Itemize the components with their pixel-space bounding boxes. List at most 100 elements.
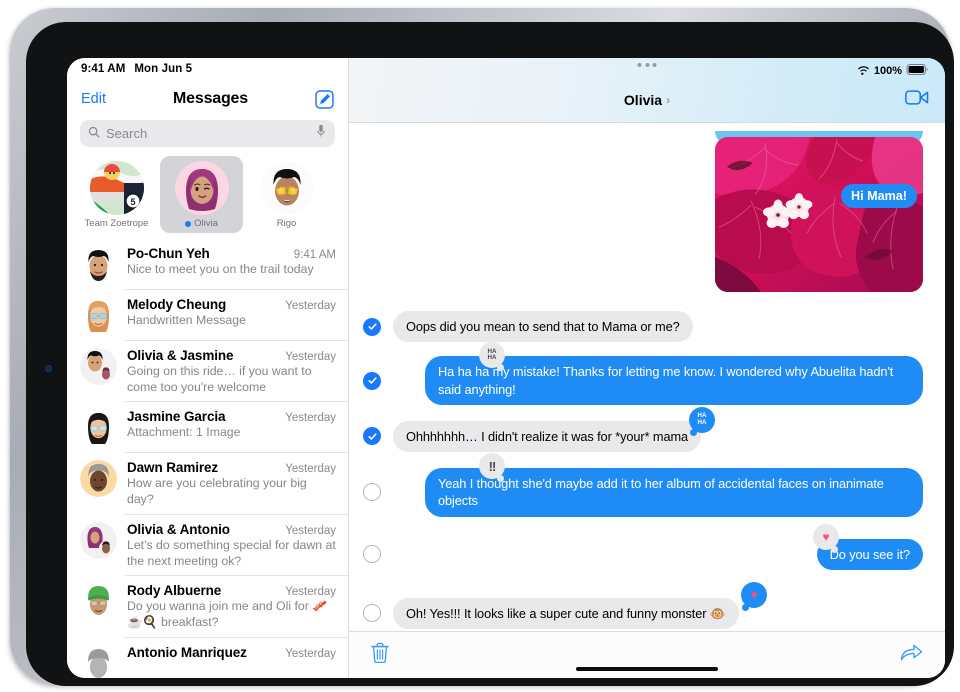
tapback-haha-icon[interactable]: HA HA [479,342,505,372]
dawn-memoji-avatar [80,460,117,498]
message-preview: Nice to meet you on the trail today [127,262,314,276]
unread-dot [185,220,192,227]
ipad-bezel: 9:41 AM Mon Jun 5 Edit Messages Search 5… [26,22,954,686]
bubble-wrap: Do you see it? ♥ [393,523,928,571]
list-item[interactable]: Antonio Manriquez Yesterday [67,638,348,678]
message-preview: Let's do something special for dawn at t… [127,537,336,568]
list-item-body: Olivia & Antonio Yesterday Let's do some… [127,522,336,569]
group-olivia-jasmine-avatar [80,348,117,385]
list-item-body: Dawn Ramirez Yesterday How are you celeb… [127,460,336,507]
status-bar-right: 100% [349,58,945,80]
list-item[interactable]: Jasmine Garcia Yesterday Attachment: 1 I… [67,402,348,454]
tapback-heart-icon[interactable]: ♥ [813,523,839,553]
contact-name: Antonio Manriquez [127,644,247,660]
message-bubble[interactable]: Oops did you mean to send that to Mama o… [389,311,693,343]
message-row: Yeah I thought she'd maybe add it to her… [349,453,945,517]
forward-arrow-icon[interactable] [900,643,923,667]
list-item[interactable]: Olivia & Jasmine Yesterday Going on this… [67,341,348,403]
group-olivia-antonio-avatar [80,521,117,559]
tapback-heart-icon[interactable]: ♥ [741,581,767,611]
list-item[interactable]: Melody Cheung Yesterday Handwritten Mess… [67,290,348,341]
olivia-memoji-avatar [174,161,229,215]
contact-name: Rody Albuerne [127,583,222,599]
contact-name: Olivia & Antonio [127,521,230,537]
pinned-item-olivia[interactable]: Olivia [160,156,243,233]
compose-icon[interactable] [315,89,334,109]
conversation-pane: 100% Olivia › Hi Mama! Oops did you mean… [348,58,945,678]
timestamp: Yesterday [285,463,336,476]
list-item-body: Antonio Manriquez Yesterday [127,645,336,678]
message-row: Oh! Yes!!! It looks like a super cute an… [349,581,945,630]
message-select-checkbox[interactable] [363,483,381,502]
search-placeholder: Search [106,126,148,141]
message-bubble[interactable]: Ohhhhhhh… I didn't realize it was for *y… [388,420,702,453]
search-input[interactable]: Search [80,120,335,147]
search-icon [88,125,100,143]
contact-name: Po-Chun Yeh [127,246,210,261]
timestamp: Yesterday [285,300,336,312]
tapback-haha-icon[interactable]: HA HA [689,406,715,436]
message-bubble[interactable]: Oh! Yes!!! It looks like a super cute an… [389,597,739,630]
chevron-right-icon: › [666,93,671,107]
message-preview: Attachment: 1 Image [127,425,241,440]
battery-percent: 100% [873,64,902,77]
pink-bougainvillea-flowers-photo [715,137,923,292]
pinned-conversations-row: 5 Team Zoetrope Olivia Rigo [67,147,348,235]
list-item[interactable]: Po-Chun Yeh 9:41 AM Nice to meet you on … [67,239,348,290]
photo-message[interactable]: Hi Mama! [715,137,923,292]
ipad-screen: 9:41 AM Mon Jun 5 Edit Messages Search 5… [67,58,945,678]
edit-button[interactable]: Edit [81,91,106,107]
list-item[interactable]: Dawn Ramirez Yesterday How are you celeb… [67,453,348,516]
pinned-item-team-zoetrope[interactable]: 5 Team Zoetrope [75,156,158,233]
wifi-icon [857,62,870,80]
pinned-label: Team Zoetrope [84,218,149,229]
bubble-wrap: Yeah I thought she'd maybe add it to her… [393,453,927,517]
melody-memoji-avatar [80,297,117,334]
timestamp: 9:41 AM [293,249,336,261]
bubble-wrap: Oops did you mean to send that to Mama o… [389,311,923,343]
screenshot-root: 9:41 AM Mon Jun 5 Edit Messages Search 5… [0,0,960,692]
jasmine-memoji-avatar [80,409,117,446]
timestamp: Yesterday [285,351,336,363]
tapback-exclamation-icon[interactable]: !! [479,453,505,483]
pinned-label: Olivia [185,218,218,229]
timestamp: Yesterday [285,647,336,660]
message-row: Do you see it? ♥ [349,523,945,571]
contact-name: Olivia & Jasmine [127,348,234,363]
message-preview: Going on this ride… if you want to come … [127,364,312,394]
list-item-body: Po-Chun Yeh 9:41 AM Nice to meet you on … [127,246,336,283]
message-thread[interactable]: Hi Mama! Oops did you mean to send that … [349,123,945,631]
antonio-memoji-avatar [80,645,117,678]
message-select-checkbox[interactable] [363,427,381,446]
status-date: Mon Jun 5 [134,63,193,75]
search-container: Search [67,118,348,147]
list-item[interactable]: Olivia & Antonio Yesterday Let's do some… [67,515,348,577]
photo-overlay-bubble: Hi Mama! [841,184,917,208]
svg-text:5: 5 [130,197,135,207]
trash-icon[interactable] [371,642,389,668]
pinned-label: Rigo [276,218,297,229]
bubble-wrap: Oh! Yes!!! It looks like a super cute an… [389,581,923,630]
message-select-checkbox[interactable] [363,604,381,623]
multitasking-dots-icon[interactable] [637,63,657,67]
list-item-body: Rody Albuerne Yesterday Do you wanna joi… [127,583,336,630]
rigo-memoji-avatar [259,161,314,215]
message-select-checkbox[interactable] [363,371,381,390]
conversation-title-row: Olivia › [349,80,945,120]
conversation-title: Olivia [623,92,663,108]
conversation-title-button[interactable]: Olivia › [624,92,670,108]
microphone-icon[interactable] [315,124,327,143]
message-select-checkbox[interactable] [363,317,381,336]
home-indicator[interactable] [576,667,718,671]
conversation-list: Po-Chun Yeh 9:41 AM Nice to meet you on … [67,239,348,678]
list-item[interactable]: Rody Albuerne Yesterday Do you wanna joi… [67,576,348,639]
messages-sidebar: 9:41 AM Mon Jun 5 Edit Messages Search 5… [67,58,348,678]
message-select-checkbox[interactable] [363,545,381,564]
group-8ball-avatar: 5 [89,161,144,215]
contact-name: Melody Cheung [127,297,227,312]
timestamp: Yesterday [285,412,336,425]
facetime-video-icon[interactable] [905,89,929,111]
contact-name: Dawn Ramirez [127,460,219,476]
pinned-item-rigo[interactable]: Rigo [245,156,328,233]
message-preview: Do you wanna join me and Oli for 🥓☕🍳 bre… [127,599,328,630]
